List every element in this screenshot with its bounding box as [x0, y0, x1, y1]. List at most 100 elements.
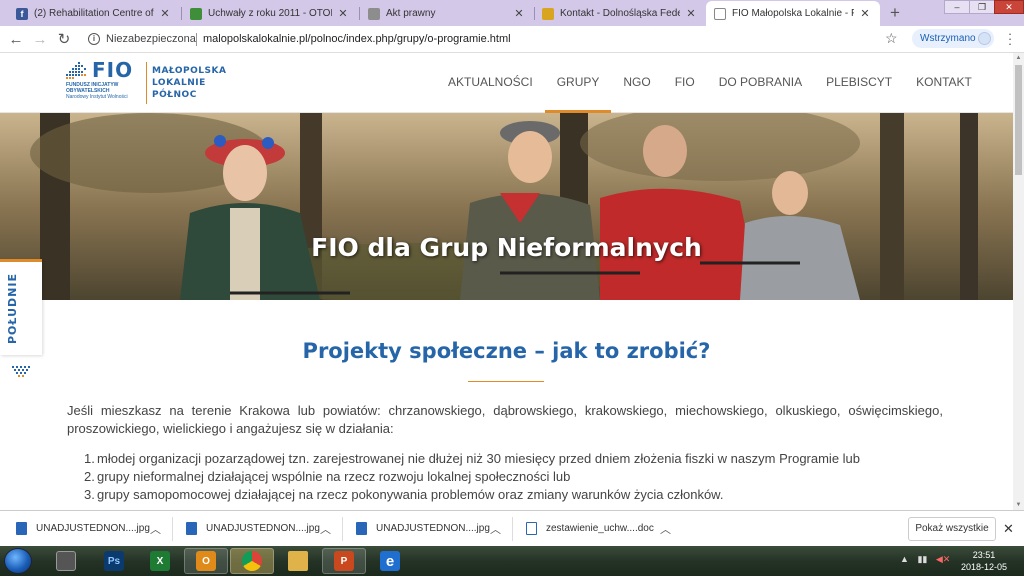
download-bar: UNADJUSTEDNON....jpg ︿ UNADJUSTEDNON....…	[0, 510, 1024, 546]
volume-muted-icon[interactable]: ◀✕	[936, 554, 950, 564]
avatar	[978, 32, 991, 45]
list-item: 3. grupy samopomocowej działającej na rze…	[84, 486, 957, 504]
back-button[interactable]: ←	[6, 30, 26, 50]
browser-tab-2[interactable]: Uchwały z roku 2011 - OTOP ✕	[182, 1, 358, 26]
taskbar-app-outlook[interactable]: O	[184, 548, 228, 574]
green-image-icon	[190, 7, 202, 20]
image-file-icon	[186, 522, 197, 535]
taskbar-app-chrome[interactable]	[230, 548, 274, 574]
browser-tab-4[interactable]: Kontakt - Dolnośląska Federacja ✕	[534, 1, 706, 26]
list-text: młodej organizacji pozarządowej tzn. zar…	[97, 451, 861, 466]
taskbar-app-media[interactable]	[44, 548, 88, 574]
excel-icon: X	[150, 551, 170, 571]
taskbar-app-excel[interactable]: X	[138, 548, 182, 574]
browser-tab-5-active[interactable]: FIO Małopolska Lokalnie - Półn ✕	[706, 1, 880, 26]
download-filename: UNADJUSTEDNON....jpg	[36, 523, 150, 534]
bookmark-star-icon[interactable]: ☆	[885, 30, 898, 47]
download-item[interactable]: UNADJUSTEDNON....jpg ︿	[354, 517, 514, 541]
list-item: 2. grupy nieformalnej działającej wspólni…	[84, 468, 957, 486]
page-icon	[714, 7, 726, 20]
clock-date: 2018-12-05	[960, 562, 1008, 572]
close-tab-icon[interactable]: ✕	[858, 7, 872, 20]
new-tab-button[interactable]: +	[885, 4, 905, 22]
logo-region-line: PÓŁNOC	[152, 90, 197, 100]
close-window-button[interactable]: ✕	[994, 0, 1024, 14]
list-number: 1.	[84, 451, 95, 466]
menu-dots-icon[interactable]: · · ·	[1004, 27, 1016, 50]
taskbar-app-powerpoint[interactable]: P	[322, 548, 366, 574]
document-icon	[368, 7, 380, 20]
browser-tab-3[interactable]: Akt prawny ✕	[360, 1, 534, 26]
download-item[interactable]: UNADJUSTEDNON....jpg ︿	[14, 517, 174, 541]
browser-tab-1[interactable]: f (2) Rehabilitation Centre of Prof ✕	[8, 1, 180, 26]
close-tab-icon[interactable]: ✕	[158, 7, 172, 20]
show-all-downloads-button[interactable]: Pokaż wszystkie	[908, 517, 996, 541]
logo-fio-text: FIO	[92, 58, 134, 82]
start-button[interactable]	[4, 548, 32, 574]
chrome-icon	[242, 551, 262, 571]
url-text[interactable]: malopolskalokalnie.pl/polnoc/index.php/g…	[203, 33, 511, 45]
list-number: 3.	[84, 487, 95, 502]
chevron-up-icon[interactable]: ︿	[660, 521, 671, 537]
address-bar-row: ← → ↻ i Niezabezpieczona malopolskalokal…	[0, 26, 1024, 53]
list-text: grupy samopomocowej działającej na rzecz…	[97, 487, 724, 502]
page-scrollbar[interactable]: ▲ ▼	[1013, 53, 1024, 510]
restore-button[interactable]: ❐	[969, 0, 995, 14]
nav-item-ngo[interactable]: NGO	[611, 53, 662, 113]
nav-item-grupy[interactable]: GRUPY	[544, 53, 612, 113]
taskbar-app-explorer[interactable]	[276, 548, 320, 574]
scroll-up-icon[interactable]: ▲	[1013, 53, 1024, 63]
taskbar-app-ie[interactable]: e	[368, 548, 412, 574]
tab-title: Uchwały z roku 2011 - OTOP	[208, 8, 332, 19]
logo-subtitle-line-2: Narodowy Instytut Wolności	[66, 94, 128, 100]
tab-strip: f (2) Rehabilitation Centre of Prof ✕ Uc…	[0, 0, 1024, 26]
nav-item-do-pobrania[interactable]: DO POBRANIA	[707, 53, 814, 113]
download-item[interactable]: UNADJUSTEDNON....jpg ︿	[184, 517, 344, 541]
nav-item-plebiscyt[interactable]: PLEBISCYT	[814, 53, 904, 113]
scroll-down-icon[interactable]: ▼	[1013, 500, 1024, 510]
logo-dots-icon	[66, 62, 86, 79]
hero-photo-cyclists	[0, 113, 1013, 300]
security-label[interactable]: Niezabezpieczona	[106, 33, 196, 45]
side-dots-icon	[12, 366, 30, 377]
tab-title: Akt prawny	[386, 8, 436, 19]
list-number: 2.	[84, 469, 95, 484]
chevron-up-icon[interactable]: ︿	[490, 521, 501, 537]
omnibox[interactable]: i Niezabezpieczona malopolskalokalnie.pl…	[84, 29, 904, 50]
nav-item-aktualnosci[interactable]: AKTUALNOŚCI	[436, 53, 545, 113]
logo-region-line: MAŁOPOLSKA	[152, 66, 227, 76]
download-divider	[342, 517, 343, 541]
system-tray[interactable]: ▲ ▮▮ ◀✕	[900, 554, 950, 565]
close-tab-icon[interactable]: ✕	[336, 7, 350, 20]
info-icon[interactable]: i	[88, 33, 100, 45]
facebook-icon: f	[16, 7, 28, 20]
outlook-icon: O	[196, 551, 216, 571]
minimize-button[interactable]: ‒	[944, 0, 970, 14]
hero-banner: FIO dla Grup Nieformalnych	[0, 113, 1013, 300]
chevron-up-icon[interactable]: ︿	[320, 521, 331, 537]
forward-button[interactable]: →	[30, 30, 50, 50]
site-logo[interactable]: FIO FUNDUSZ INICJATYW OBYWATELSKICH Naro…	[66, 58, 227, 108]
intro-paragraph: Jeśli mieszkasz na terenie Krakowa lub p…	[67, 403, 943, 436]
download-item[interactable]: zestawienie_uchw....doc ︿	[524, 517, 684, 541]
chevron-up-icon[interactable]: ︿	[150, 521, 161, 537]
photoshop-icon: Ps	[104, 551, 124, 571]
content-title: Projekty społeczne – jak to zrobić?	[302, 339, 711, 363]
taskbar-clock[interactable]: 23:51 2018-12-05	[958, 549, 1010, 573]
reload-button[interactable]: ↻	[54, 30, 74, 50]
close-tab-icon[interactable]: ✕	[684, 7, 698, 20]
sync-paused-button[interactable]: Wstrzymano	[912, 29, 994, 48]
close-download-bar-icon[interactable]: ✕	[1003, 521, 1014, 537]
logo-subtitle: FUNDUSZ INICJATYW OBYWATELSKICH Narodowy…	[66, 82, 144, 100]
list-text: grupy nieformalnej działającej wspólnie …	[97, 469, 571, 484]
network-icon[interactable]: ▮▮	[917, 554, 927, 564]
nav-item-fio[interactable]: FIO	[663, 53, 707, 113]
clock-time: 23:51	[972, 550, 996, 560]
scroll-thumb[interactable]	[1015, 65, 1022, 175]
close-tab-icon[interactable]: ✕	[512, 7, 526, 20]
yellow-icon	[542, 7, 554, 20]
nav-item-kontakt[interactable]: KONTAKT	[904, 53, 984, 113]
main-nav: AKTUALNOŚCI GRUPY NGO FIO DO POBRANIA PL…	[436, 53, 984, 113]
show-hidden-icons-icon[interactable]: ▲	[900, 554, 909, 564]
taskbar-app-photoshop[interactable]: Ps	[92, 548, 136, 574]
